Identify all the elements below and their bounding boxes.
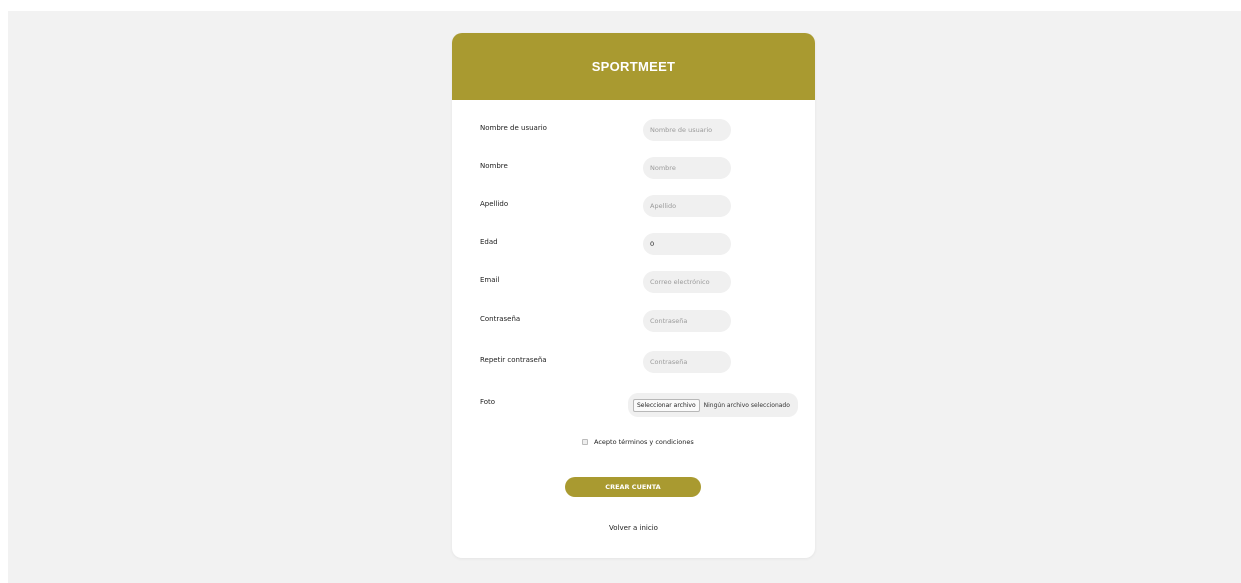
form-row-username: Nombre de usuario bbox=[452, 119, 815, 141]
repeat-password-input[interactable] bbox=[643, 351, 731, 373]
signup-card: SPORTMEET Nombre de usuario Nombre Apell… bbox=[452, 33, 815, 558]
password-input[interactable] bbox=[643, 310, 731, 332]
terms-label: Acepto términos y condiciones bbox=[594, 438, 694, 446]
terms-row: Acepto términos y condiciones bbox=[582, 436, 694, 448]
password-label: Contraseña bbox=[480, 315, 521, 323]
back-to-home-link[interactable]: Volver a inicio bbox=[452, 524, 815, 532]
form-row-age: Edad bbox=[452, 233, 815, 255]
form-row-password: Contraseña bbox=[452, 310, 815, 332]
file-status-text: Ningún archivo seleccionado bbox=[703, 401, 790, 409]
photo-file-input[interactable]: Seleccionar archivo Ningún archivo selec… bbox=[628, 393, 798, 417]
create-account-button[interactable]: CREAR CUENTA bbox=[565, 477, 701, 497]
brand-title: SPORTMEET bbox=[591, 59, 676, 74]
repeat-password-label: Repetir contraseña bbox=[480, 356, 547, 364]
username-label: Nombre de usuario bbox=[480, 124, 547, 132]
age-label: Edad bbox=[480, 238, 498, 246]
card-header: SPORTMEET bbox=[452, 33, 815, 100]
terms-checkbox[interactable] bbox=[582, 439, 588, 445]
email-input[interactable] bbox=[643, 271, 731, 293]
photo-label: Foto bbox=[480, 398, 496, 406]
form-row-repeat-password: Repetir contraseña bbox=[452, 351, 815, 373]
age-input[interactable] bbox=[643, 233, 731, 255]
form-row-photo: Foto Seleccionar archivo Ningún archivo … bbox=[452, 393, 815, 417]
form-row-last-name: Apellido bbox=[452, 195, 815, 217]
first-name-input[interactable] bbox=[643, 157, 731, 179]
username-input[interactable] bbox=[643, 119, 731, 141]
last-name-input[interactable] bbox=[643, 195, 731, 217]
select-file-button[interactable]: Seleccionar archivo bbox=[633, 398, 700, 412]
first-name-label: Nombre bbox=[480, 162, 508, 170]
last-name-label: Apellido bbox=[480, 200, 509, 208]
form-row-email: Email bbox=[452, 271, 815, 293]
email-label: Email bbox=[480, 276, 500, 284]
form-row-first-name: Nombre bbox=[452, 157, 815, 179]
